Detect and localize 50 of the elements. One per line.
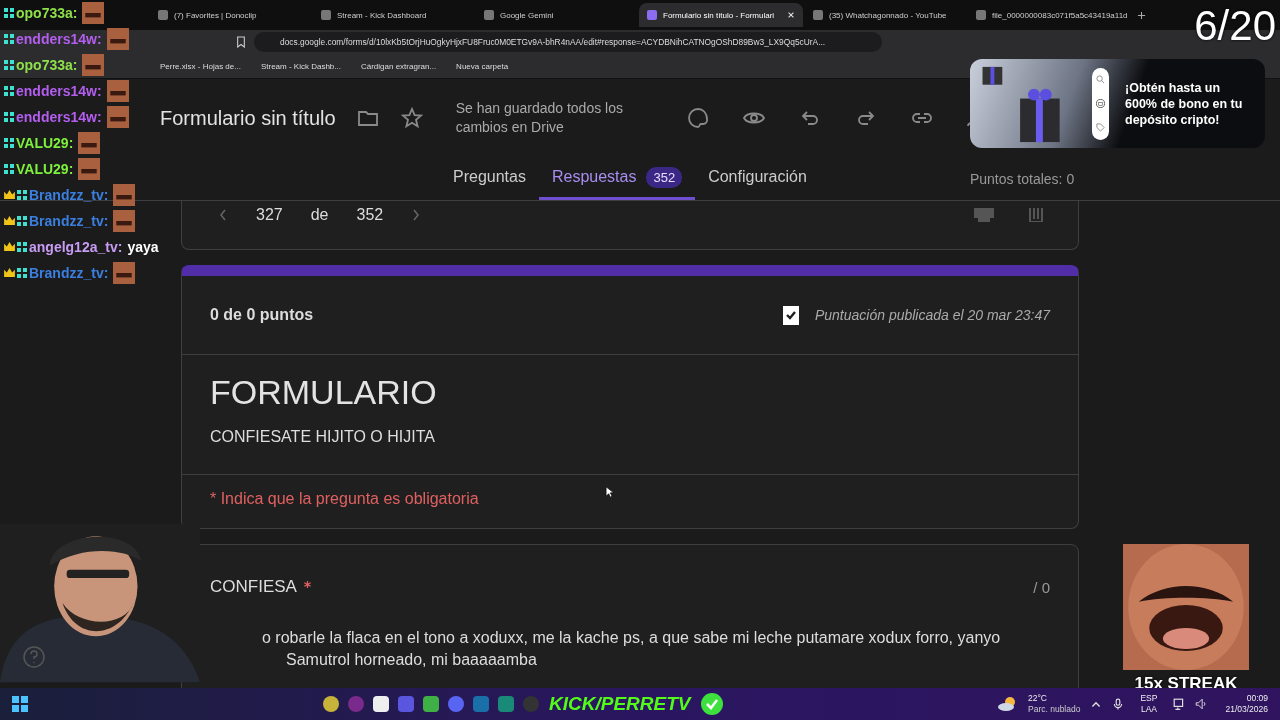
chat-username: endders14w: — [16, 108, 102, 125]
chat-message: yaya — [127, 238, 159, 255]
browser-tab[interactable]: Stream - Kick Dashboard — [313, 3, 474, 27]
required-note: * Indica que la pregunta es obligatoria — [210, 490, 479, 508]
keyboard-layout[interactable]: LAA — [1140, 704, 1157, 715]
bookmark-item[interactable]: Perre.xlsx - Hojas de... — [160, 61, 241, 71]
bookmark-item[interactable]: Cárdigan extragran... — [360, 61, 437, 71]
ad-banner[interactable]: ¡Obtén hasta un 600% de bono en tu depósito cripto! — [970, 59, 1265, 148]
language[interactable]: ESP — [1140, 693, 1158, 704]
chat-username: opo733a: — [16, 4, 78, 21]
response-of: de — [310, 206, 329, 224]
question-title: CONFIESA — [210, 577, 297, 597]
total-points: Puntos totales: 0 — [969, 170, 1075, 187]
published-note: Puntuación publicada el 20 mar 23:47 — [814, 307, 1050, 323]
response-number: 327 — [256, 206, 283, 224]
answer-text: o robarle la flaca en el tono a xoduxx, me la kache ps, a que sabe mi leche putamare xodux forro, yanyo — [261, 629, 1002, 647]
temperature: 22°C — [1028, 693, 1048, 704]
bookmark-item[interactable]: Nueva carpeta — [456, 61, 509, 71]
form-tab[interactable]: Configuración — [695, 157, 820, 200]
browser-tab[interactable]: (35) Whatchagonnado - YouTube — [805, 3, 966, 27]
browser-tab[interactable]: (7) Favorites | Donoclip — [150, 3, 311, 27]
browser-tab[interactable]: Formulario sin título - Formulari — [639, 3, 803, 27]
clock-date[interactable]: 21/03/2026 — [1225, 704, 1268, 715]
chat-username: opo733a: — [16, 56, 78, 73]
form-heading: FORMULARIO — [210, 373, 438, 412]
save-status: Se han guardado todos los cambios en Drive — [455, 99, 624, 137]
browser-tab[interactable]: Google Gemini — [476, 3, 637, 27]
chat-username: endders14w: — [16, 82, 102, 99]
browser-tab[interactable]: file_0000000083c071f5a5c43419a11d — [968, 3, 1129, 27]
ad-text: ¡Obtén hasta un 600% de bono en tu depósito cripto! — [1125, 79, 1244, 128]
stream-brand: KICK/PERRETV — [549, 693, 691, 715]
response-total: 352 — [356, 206, 384, 224]
chat-username: endders14w: — [16, 30, 102, 47]
clock-time[interactable]: 00:09 — [1246, 693, 1268, 704]
score: 0 de 0 puntos — [210, 306, 315, 324]
chat-username: Brandzz_tv: — [29, 264, 109, 281]
chat-username: VALU29: — [16, 134, 74, 151]
weather-text: Parc. nublado — [1028, 704, 1081, 715]
chat-username: angelg12a_tv: — [29, 238, 123, 255]
goal-counter: 6/20 — [1194, 2, 1276, 50]
bookmark-item[interactable]: Stream - Kick Dashb... — [260, 61, 341, 71]
question-points: / 0 — [1033, 578, 1050, 596]
chat-username: Brandzz_tv: — [29, 186, 109, 203]
chat-username: Brandzz_tv: — [29, 212, 109, 229]
form-description: CONFIESATE HIJITO O HIJITA — [210, 428, 436, 446]
form-tab[interactable]: Preguntas — [440, 157, 539, 200]
form-title[interactable]: Formulario sin título — [160, 106, 336, 130]
address-bar[interactable]: docs.google.com/forms/d/10lxKb5tOrjHuOgkyHjxFU8Fruc0M0ETGv9A-bhR4nAA/edit#response=ACYDBNihCATNOgOShD89Bw3_LX9Qq5cUrA... — [254, 32, 882, 52]
chat-username: VALU29: — [16, 160, 74, 177]
answer-text: Samutrol horneado, mi baaaaamba — [285, 651, 538, 669]
